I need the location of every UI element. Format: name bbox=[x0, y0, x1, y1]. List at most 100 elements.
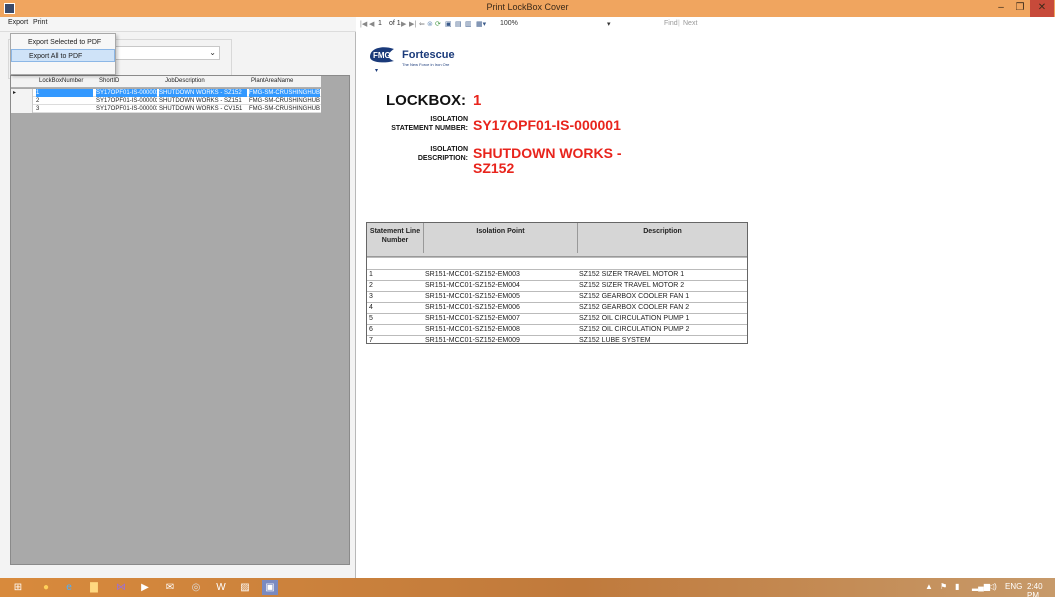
toolbar-separator: | bbox=[678, 20, 680, 27]
column-header-lockboxnumber[interactable]: LockBoxNumber bbox=[39, 78, 83, 84]
isolation-statement-label: ISOLATION STATEMENT NUMBER: bbox=[370, 115, 468, 133]
menu-export[interactable]: Export bbox=[8, 19, 28, 26]
outlook-icon[interactable]: ✉ bbox=[162, 580, 178, 595]
cell-line-number: 6 bbox=[369, 326, 373, 333]
lockbox-label: LOCKBOX: bbox=[386, 92, 466, 109]
table-row: 3 SR151-MCC01-SZ152-EM005 SZ152 GEARBOX … bbox=[367, 291, 747, 301]
cell-lockboxnumber[interactable]: 3 bbox=[36, 105, 93, 113]
cell-jobdescription[interactable]: SHUTDOWN WORKS - CV151 bbox=[159, 105, 247, 113]
cell-shortid[interactable]: SY17OPF01-IS-000003 bbox=[96, 105, 157, 113]
column-header-shortid[interactable]: ShortID bbox=[99, 78, 119, 84]
report-toolbar: |◀ ◀ 1 of 1 ▶ ▶| ⇐ ⊗ ⟳ ▣ ▤ ▥ ▦▾ 100% ▾ F… bbox=[357, 17, 1055, 32]
isolation-description-label: ISOLATION DESCRIPTION: bbox=[370, 145, 468, 163]
cell-isolation-point: SR151-MCC01-SZ152-EM005 bbox=[425, 293, 520, 300]
cell-description: SZ152 OIL CIRCULATION PUMP 1 bbox=[579, 315, 690, 322]
column-header-plantareaname[interactable]: PlantAreaName bbox=[251, 78, 293, 84]
header-statement-line-number: Statement Line Number bbox=[369, 228, 421, 244]
cell-jobdescription[interactable]: SHUTDOWN WORKS - SZ151 bbox=[159, 97, 247, 105]
menu-print[interactable]: Print bbox=[33, 19, 47, 26]
table-row: 6 SR151-MCC01-SZ152-EM008 SZ152 OIL CIRC… bbox=[367, 324, 747, 334]
battery-icon[interactable]: ▮ bbox=[955, 582, 959, 591]
next-page-icon[interactable]: ▶ bbox=[401, 20, 406, 28]
chevron-down-icon[interactable]: ▾ bbox=[607, 20, 611, 28]
print-icon[interactable]: ▣ bbox=[445, 20, 452, 28]
isolation-description-value: SHUTDOWN WORKS - SZ152 bbox=[473, 145, 622, 176]
show-hidden-icons-icon[interactable]: ▲ bbox=[925, 582, 933, 591]
cell-plantareaname[interactable]: FMG-SM-CRUSHINGHUB bbox=[249, 97, 320, 105]
menu-bar: Export Print bbox=[0, 17, 356, 32]
lockbox-app-icon[interactable]: ▣ bbox=[262, 580, 278, 595]
page-number-input[interactable]: 1 bbox=[378, 20, 382, 27]
firefox-icon[interactable]: ● bbox=[38, 580, 54, 595]
table-row[interactable]: 3 SY17OPF01-IS-000003 SHUTDOWN WORKS - C… bbox=[11, 105, 321, 113]
app-icon[interactable]: ▨ bbox=[237, 580, 253, 595]
print-lockbox-window: Print LockBox Cover – ❐ ✕ Export Print ⌄… bbox=[0, 0, 1055, 600]
last-page-icon[interactable]: ▶| bbox=[409, 20, 416, 28]
cell-plantareaname[interactable]: FMG-SM-CRUSHINGHUB bbox=[249, 105, 320, 113]
cell-line-number: 2 bbox=[369, 282, 373, 289]
print-layout-icon[interactable]: ▤ bbox=[455, 20, 462, 28]
volume-icon[interactable]: ◁) bbox=[988, 582, 997, 591]
cell-lockboxnumber[interactable]: 1 bbox=[36, 89, 93, 97]
export-icon[interactable]: ▦▾ bbox=[476, 20, 486, 28]
cell-isolation-point: SR151-MCC01-SZ152-EM003 bbox=[425, 271, 520, 278]
close-button[interactable]: ✕ bbox=[1030, 0, 1054, 17]
cell-line-number: 5 bbox=[369, 315, 373, 322]
previous-page-icon[interactable]: ◀ bbox=[369, 20, 374, 28]
file-explorer-icon[interactable]: ▇ bbox=[86, 580, 102, 595]
menu-export-all-pdf[interactable]: Export All to PDF bbox=[11, 49, 115, 62]
word-icon[interactable]: W bbox=[213, 580, 229, 595]
cell-lockboxnumber[interactable]: 2 bbox=[36, 97, 93, 105]
label-line-2: DESCRIPTION: bbox=[417, 155, 468, 162]
window-title: Print LockBox Cover bbox=[486, 2, 569, 12]
cell-plantareaname[interactable]: FMG-SM-CRUSHINGHUB bbox=[249, 89, 320, 97]
table-header: Statement Line Number Isolation Point De… bbox=[367, 223, 747, 257]
table-row: 5 SR151-MCC01-SZ152-EM007 SZ152 OIL CIRC… bbox=[367, 313, 747, 323]
chevron-down-icon[interactable]: ⌄ bbox=[209, 48, 216, 57]
cell-description: SZ152 GEARBOX COOLER FAN 1 bbox=[579, 293, 690, 300]
cell-isolation-point: SR151-MCC01-SZ152-EM004 bbox=[425, 282, 520, 289]
cell-line-number: 3 bbox=[369, 293, 373, 300]
maximize-button[interactable]: ❐ bbox=[1011, 0, 1029, 17]
filter-combo[interactable]: ⌄ bbox=[110, 46, 220, 60]
table-row[interactable]: 2 SY17OPF01-IS-000002 SHUTDOWN WORKS - S… bbox=[11, 97, 321, 105]
app-icon[interactable]: ◎ bbox=[188, 580, 204, 595]
logo-text: Fortescue bbox=[402, 49, 455, 61]
minimize-button[interactable]: – bbox=[992, 0, 1010, 17]
back-icon[interactable]: ⇐ bbox=[419, 20, 425, 28]
label-line-2: STATEMENT NUMBER: bbox=[391, 125, 468, 132]
cell-description: SZ152 LUBE SYSTEM bbox=[579, 337, 651, 344]
language-indicator[interactable]: ENG bbox=[1005, 582, 1022, 591]
menu-export-selected-pdf[interactable]: Export Selected to PDF bbox=[11, 36, 115, 49]
taskbar: ⊞ ● e ▇ ⋈ ▶ ✉ ◎ W ▨ ▣ ▲ ⚑ ▮ ▂▄▆ ◁) ENG 2… bbox=[0, 578, 1055, 600]
title-bar: Print LockBox Cover – ❐ ✕ bbox=[0, 0, 1055, 17]
table-row: 1 SR151-MCC01-SZ152-EM003 SZ152 SIZER TR… bbox=[367, 269, 747, 279]
page-setup-icon[interactable]: ▥ bbox=[465, 20, 472, 28]
first-page-icon[interactable]: |◀ bbox=[360, 20, 367, 28]
cell-description: SZ152 SIZER TRAVEL MOTOR 2 bbox=[579, 282, 685, 289]
cell-shortid[interactable]: SY17OPF01-IS-000001 bbox=[96, 89, 157, 97]
powershell-icon[interactable]: ▶ bbox=[137, 580, 153, 595]
column-header-jobdescription[interactable]: JobDescription bbox=[165, 78, 205, 84]
table-row: 2 SR151-MCC01-SZ152-EM004 SZ152 SIZER TR… bbox=[367, 280, 747, 290]
cell-line-number: 1 bbox=[369, 271, 373, 278]
action-center-icon[interactable]: ⚑ bbox=[940, 582, 947, 591]
stop-icon[interactable]: ⊗ bbox=[427, 20, 433, 28]
cell-isolation-point: SR151-MCC01-SZ152-EM006 bbox=[425, 304, 520, 311]
grid-header: LockBoxNumber ShortID JobDescription Pla… bbox=[11, 76, 321, 88]
start-button[interactable]: ⊞ bbox=[10, 580, 26, 595]
visual-studio-icon[interactable]: ⋈ bbox=[113, 580, 129, 595]
label-line-1: ISOLATION bbox=[430, 146, 468, 153]
table-row[interactable]: ▸ 1 SY17OPF01-IS-000001 SHUTDOWN WORKS -… bbox=[11, 89, 321, 97]
find-link[interactable]: Find bbox=[664, 20, 678, 27]
clock[interactable]: 2:40 PM bbox=[1027, 582, 1055, 600]
lockbox-value: 1 bbox=[473, 92, 482, 109]
cell-jobdescription[interactable]: SHUTDOWN WORKS - SZ152 bbox=[159, 89, 247, 97]
refresh-icon[interactable]: ⟳ bbox=[435, 20, 441, 28]
internet-explorer-icon[interactable]: e bbox=[61, 580, 77, 595]
header-description: Description bbox=[577, 223, 747, 253]
logo-tagline: The New Force in Iron Ore bbox=[402, 62, 450, 67]
find-next-link[interactable]: Next bbox=[683, 20, 697, 27]
zoom-select[interactable]: 100% bbox=[500, 20, 518, 27]
cell-shortid[interactable]: SY17OPF01-IS-000002 bbox=[96, 97, 157, 105]
